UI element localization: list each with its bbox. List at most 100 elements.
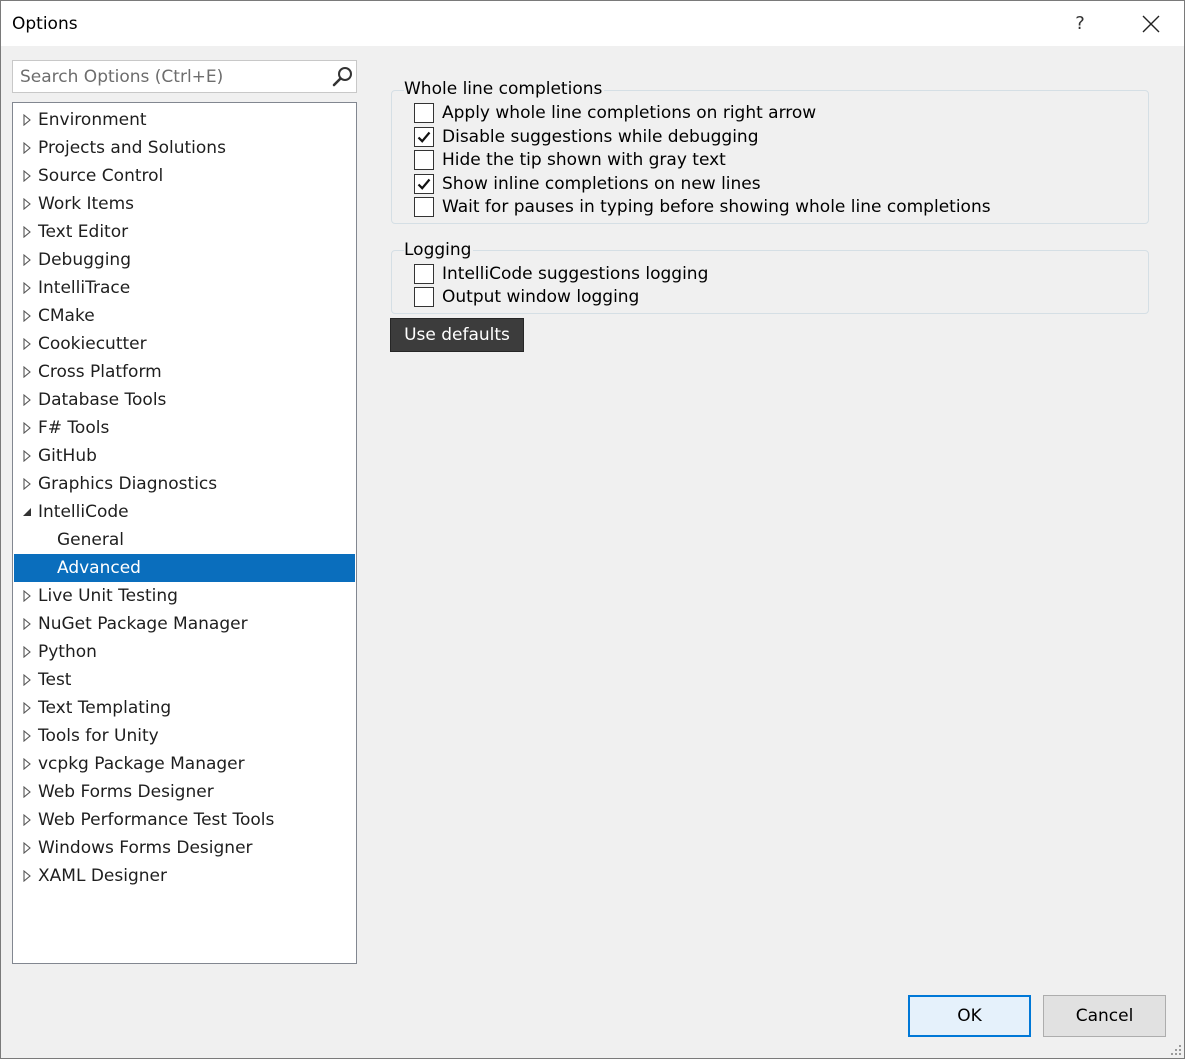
collapsed-arrow-icon[interactable] (21, 254, 33, 266)
collapsed-arrow-icon[interactable] (21, 142, 33, 154)
collapsed-arrow-icon[interactable] (21, 590, 33, 602)
checkbox-unchecked[interactable] (414, 103, 434, 123)
tree-item-vcpkg-package-manager[interactable]: vcpkg Package Manager (13, 750, 356, 778)
option-wait-for-pauses-in-typing-before-showing-whole-line-completions[interactable]: Wait for pauses in typing before showing… (414, 196, 991, 218)
search-input[interactable] (13, 61, 323, 92)
title-bar: Options ? (1, 1, 1184, 46)
collapsed-arrow-icon[interactable] (21, 282, 33, 294)
use-defaults-button[interactable]: Use defaults (390, 318, 524, 352)
tree-item-intellicode[interactable]: IntelliCode (13, 498, 356, 526)
option-output-window-logging[interactable]: Output window logging (414, 286, 639, 308)
help-button[interactable]: ? (1061, 1, 1099, 46)
tree-item-intellitrace[interactable]: IntelliTrace (13, 274, 356, 302)
option-label: Output window logging (442, 287, 640, 307)
collapsed-arrow-icon[interactable] (21, 786, 33, 798)
ok-button[interactable]: OK (908, 995, 1031, 1037)
tree-item-cmake[interactable]: CMake (13, 302, 356, 330)
tree-item-label: F# Tools (38, 418, 110, 438)
collapsed-arrow-icon[interactable] (21, 758, 33, 770)
option-label: Apply whole line completions on right ar… (442, 103, 817, 123)
tree-item-label: Source Control (38, 166, 164, 186)
tree-item-github[interactable]: GitHub (13, 442, 356, 470)
collapsed-arrow-icon[interactable] (21, 730, 33, 742)
checkbox-checked[interactable] (414, 173, 434, 194)
tree-item-label: Text Editor (38, 222, 129, 242)
tree-item-web-performance-test-tools[interactable]: Web Performance Test Tools (13, 806, 356, 834)
close-button[interactable] (1129, 1, 1173, 46)
collapsed-arrow-icon[interactable] (21, 198, 33, 210)
checkbox-checked[interactable] (414, 126, 434, 147)
tree-item-web-forms-designer[interactable]: Web Forms Designer (13, 778, 356, 806)
collapsed-arrow-icon[interactable] (21, 870, 33, 882)
tree-item-source-control[interactable]: Source Control (13, 162, 356, 190)
resize-grip-icon[interactable] (1169, 1043, 1183, 1057)
tree-item-live-unit-testing[interactable]: Live Unit Testing (13, 582, 356, 610)
collapsed-arrow-icon[interactable] (21, 422, 33, 434)
tree-item-environment[interactable]: Environment (13, 106, 356, 134)
tree-item-text-templating[interactable]: Text Templating (13, 694, 356, 722)
checkbox-unchecked[interactable] (414, 264, 434, 284)
collapsed-arrow-icon[interactable] (21, 114, 33, 126)
logging-title: Logging (404, 240, 474, 260)
tree-item-label: GitHub (38, 446, 97, 466)
tree-item-label: Web Performance Test Tools (38, 810, 275, 830)
option-label: Disable suggestions while debugging (442, 126, 759, 147)
tree-item-python[interactable]: Python (13, 638, 356, 666)
collapsed-arrow-icon[interactable] (21, 478, 33, 490)
collapsed-arrow-icon[interactable] (21, 646, 33, 658)
checkbox-unchecked[interactable] (414, 197, 434, 217)
option-apply-whole-line-completions-on-right-arrow[interactable]: Apply whole line completions on right ar… (414, 102, 816, 124)
collapsed-arrow-icon[interactable] (21, 394, 33, 406)
expanded-arrow-icon[interactable] (21, 506, 33, 518)
tree-item-test[interactable]: Test (13, 666, 356, 694)
tree-item-label: IntelliTrace (38, 278, 131, 298)
collapsed-arrow-icon[interactable] (21, 170, 33, 182)
tree-item-windows-forms-designer[interactable]: Windows Forms Designer (13, 834, 356, 862)
collapsed-arrow-icon[interactable] (21, 674, 33, 686)
tree-item-label: Work Items (38, 194, 135, 214)
tree-item-tools-for-unity[interactable]: Tools for Unity (13, 722, 356, 750)
cancel-button[interactable]: Cancel (1043, 995, 1166, 1037)
tree-item-label: Python (38, 642, 97, 662)
collapsed-arrow-icon[interactable] (21, 842, 33, 854)
tree-item-label: Web Forms Designer (38, 782, 214, 802)
collapsed-arrow-icon[interactable] (21, 366, 33, 378)
option-hide-the-tip-shown-with-gray-text[interactable]: Hide the tip shown with gray text (414, 149, 726, 171)
checkbox-unchecked[interactable] (414, 150, 434, 170)
collapsed-arrow-icon[interactable] (21, 310, 33, 322)
collapsed-arrow-icon[interactable] (21, 702, 33, 714)
option-show-inline-completions-on-new-lines[interactable]: Show inline completions on new lines (414, 173, 761, 195)
tree-item-label: Text Templating (38, 698, 172, 718)
collapsed-arrow-icon[interactable] (21, 814, 33, 826)
options-dialog: Options ? Environment Projects and Soluti… (0, 0, 1185, 1059)
options-tree[interactable]: Environment Projects and Solutions Source … (12, 102, 357, 964)
tree-item-text-editor[interactable]: Text Editor (13, 218, 356, 246)
tree-item-f-tools[interactable]: F# Tools (13, 414, 356, 442)
checkbox-unchecked[interactable] (414, 287, 434, 307)
collapsed-arrow-icon[interactable] (21, 450, 33, 462)
tree-item-general[interactable]: General (13, 526, 356, 554)
tree-item-advanced[interactable]: Advanced (14, 554, 355, 582)
tree-item-label: Environment (38, 110, 147, 130)
option-label: Hide the tip shown with gray text (442, 150, 726, 170)
search-box[interactable] (12, 60, 357, 93)
option-intellicode-suggestions-logging[interactable]: IntelliCode suggestions logging (414, 263, 708, 285)
tree-item-label: Database Tools (38, 390, 167, 410)
tree-item-work-items[interactable]: Work Items (13, 190, 356, 218)
option-disable-suggestions-while-debugging[interactable]: Disable suggestions while debugging (414, 126, 759, 148)
collapsed-arrow-icon[interactable] (21, 338, 33, 350)
tree-item-nuget-package-manager[interactable]: NuGet Package Manager (13, 610, 356, 638)
close-icon (1142, 15, 1160, 32)
tree-item-graphics-diagnostics[interactable]: Graphics Diagnostics (13, 470, 356, 498)
option-label: IntelliCode suggestions logging (442, 264, 709, 284)
tree-item-database-tools[interactable]: Database Tools (13, 386, 356, 414)
tree-item-cross-platform[interactable]: Cross Platform (13, 358, 356, 386)
tree-item-xaml-designer[interactable]: XAML Designer (13, 862, 356, 890)
collapsed-arrow-icon[interactable] (21, 226, 33, 238)
search-icon[interactable] (331, 65, 355, 89)
tree-item-debugging[interactable]: Debugging (13, 246, 356, 274)
collapsed-arrow-icon[interactable] (21, 618, 33, 630)
tree-item-projects-and-solutions[interactable]: Projects and Solutions (13, 134, 356, 162)
tree-item-cookiecutter[interactable]: Cookiecutter (13, 330, 356, 358)
tree-item-label: NuGet Package Manager (38, 614, 248, 634)
